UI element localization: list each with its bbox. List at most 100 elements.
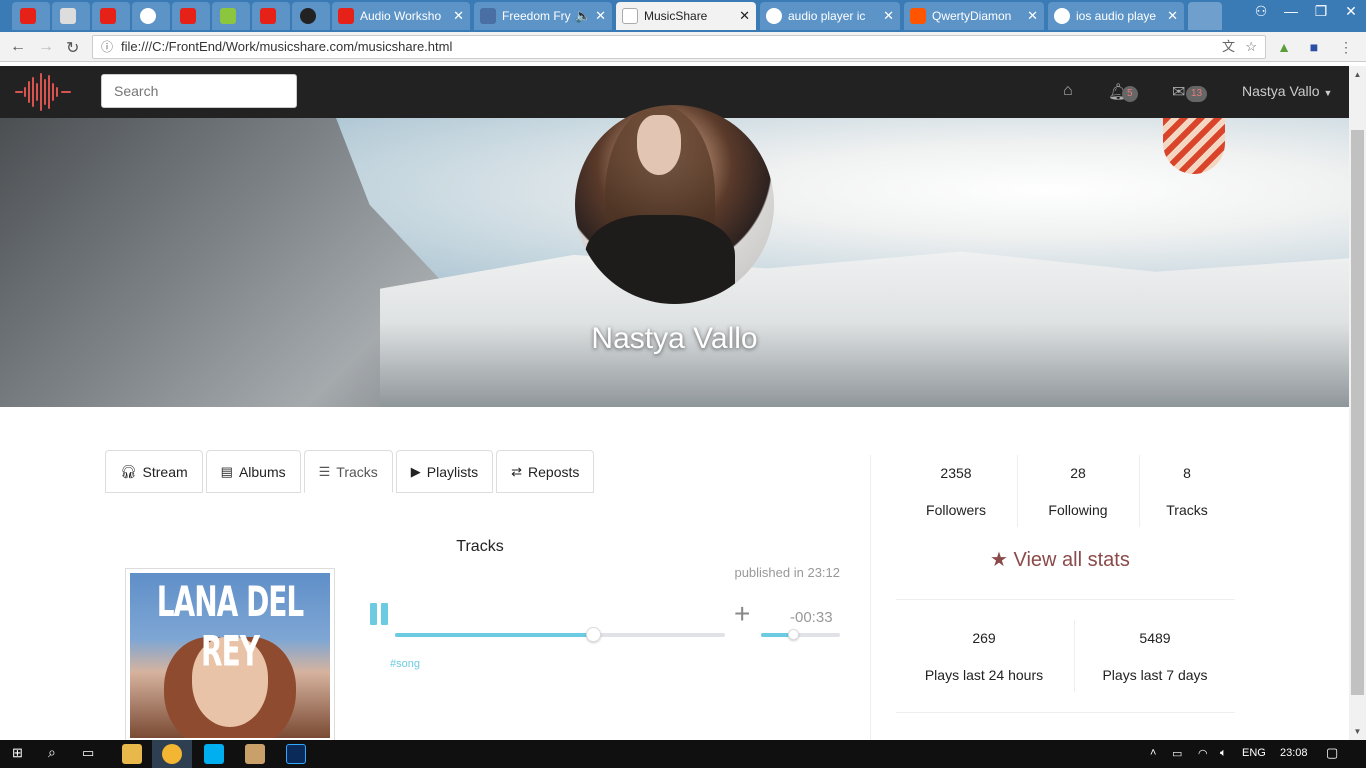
browser-tab[interactable] xyxy=(132,2,170,30)
soundcloud-icon xyxy=(910,8,926,24)
tab-title: Freedom Fry xyxy=(502,9,571,23)
star-icon[interactable]: ☆ xyxy=(1245,36,1257,58)
user-icon[interactable]: ⚇ xyxy=(1246,0,1276,28)
close-window-icon[interactable]: ✕ xyxy=(1336,0,1366,28)
speaker-icon: 🔈 xyxy=(574,8,592,23)
browser-tab[interactable]: QwertyDiamon ✕ xyxy=(904,2,1044,30)
extension-icon[interactable]: ■ xyxy=(1306,39,1322,55)
tab-albums[interactable]: ▤ Albums xyxy=(205,450,301,493)
page-scrollbar[interactable]: ▲ ▼ xyxy=(1349,66,1366,740)
forward-icon[interactable]: → xyxy=(38,38,54,56)
album-art: LANA DEL REY xyxy=(130,573,330,738)
close-icon[interactable]: ✕ xyxy=(1027,8,1038,24)
browser-tab[interactable] xyxy=(92,2,130,30)
clock[interactable]: 23:08 xyxy=(1280,747,1308,759)
list-alt-icon: ▤ xyxy=(220,463,233,479)
section-title: Tracks xyxy=(456,538,504,555)
page-icon xyxy=(622,8,638,24)
scroll-down-icon[interactable]: ▼ xyxy=(1349,727,1366,736)
wifi-icon[interactable]: ◠ xyxy=(1198,747,1208,760)
envelope-icon[interactable]: ✉ xyxy=(1172,82,1185,102)
file-explorer-icon[interactable] xyxy=(122,744,142,764)
stat-value: 5489 xyxy=(1139,630,1171,646)
tab-stream[interactable]: 🎧︎ Stream xyxy=(105,450,203,493)
translate-icon[interactable]: 文 xyxy=(1222,36,1235,58)
pause-button[interactable] xyxy=(370,603,390,625)
search-input[interactable] xyxy=(101,74,297,108)
chrome-icon[interactable] xyxy=(162,744,182,764)
close-icon[interactable]: ✕ xyxy=(1167,8,1178,24)
browser-tab[interactable] xyxy=(292,2,330,30)
close-icon[interactable]: ✕ xyxy=(595,8,606,24)
album-cover[interactable]: LANA DEL REY xyxy=(125,568,335,743)
restore-icon[interactable]: ❐ xyxy=(1306,0,1336,28)
info-icon[interactable]: ⓘ xyxy=(101,36,113,58)
browser-tab[interactable]: Audio Worksho ✕ xyxy=(332,2,470,30)
view-all-stats-link[interactable]: ★ View all stats xyxy=(990,547,1130,572)
stat-value: 28 xyxy=(1070,465,1086,481)
extension-icon[interactable]: ▲ xyxy=(1276,39,1292,55)
avatar-body xyxy=(585,215,735,304)
close-icon[interactable]: ✕ xyxy=(453,8,464,24)
browser-tab[interactable] xyxy=(12,2,50,30)
url-text: file:///C:/FrontEnd/Work/musicshare.com/… xyxy=(121,39,453,54)
search-icon[interactable]: ⌕ xyxy=(48,744,56,761)
photoshop-icon[interactable] xyxy=(286,744,306,764)
soundwave-logo-icon[interactable] xyxy=(14,72,72,112)
youtube-icon xyxy=(338,8,354,24)
skype-icon[interactable] xyxy=(204,744,224,764)
battery-icon[interactable]: ▭ xyxy=(1172,747,1182,760)
tab-reposts[interactable]: ⇄ Reposts xyxy=(496,450,595,493)
address-bar[interactable]: ⓘ file:///C:/FrontEnd/Work/musicshare.co… xyxy=(92,35,1266,59)
tab-title: MusicShare xyxy=(644,9,708,23)
close-icon[interactable]: ✕ xyxy=(739,8,750,24)
task-view-icon[interactable]: ▭ xyxy=(82,745,94,761)
browser-tab[interactable]: audio player ic ✕ xyxy=(760,2,900,30)
back-icon[interactable]: ← xyxy=(10,38,26,56)
input-language[interactable]: ENG xyxy=(1242,747,1266,759)
browser-tab-active[interactable]: MusicShare ✕ xyxy=(616,2,756,30)
stat-label: Following xyxy=(1048,502,1108,518)
browser-tab[interactable]: Freedom Fry 🔈 ✕ xyxy=(474,2,612,30)
volume-handle[interactable] xyxy=(787,629,799,640)
page-icon xyxy=(60,8,76,24)
browser-tab[interactable] xyxy=(52,2,90,30)
new-tab-button[interactable] xyxy=(1188,2,1222,30)
tab-tracks[interactable]: ☰ Tracks xyxy=(303,450,393,493)
stat-label: Followers xyxy=(926,502,986,518)
github-icon xyxy=(140,8,156,24)
progress-handle[interactable] xyxy=(586,627,601,642)
stat-tracks[interactable]: 8 Tracks xyxy=(1147,465,1227,518)
scrollbar-thumb[interactable] xyxy=(1351,130,1364,695)
stat-followers[interactable]: 2358 Followers xyxy=(906,465,1006,518)
youtube-icon xyxy=(260,8,276,24)
track-tag[interactable]: #song xyxy=(390,658,420,670)
google-icon xyxy=(766,8,782,24)
volume-icon[interactable]: 🔈︎ xyxy=(1220,747,1227,760)
browser-tab[interactable]: ios audio playe ✕ xyxy=(1048,2,1184,30)
scroll-up-icon[interactable]: ▲ xyxy=(1349,70,1366,79)
user-menu[interactable]: Nastya Vallo ▼ xyxy=(1242,83,1332,99)
browser-toolbar: ← → ↻ ⓘ file:///C:/FrontEnd/Work/musicsh… xyxy=(0,32,1366,62)
add-to-playlist-button[interactable]: + xyxy=(734,600,750,628)
minimize-icon[interactable]: — xyxy=(1276,0,1306,28)
start-icon[interactable]: ⊞ xyxy=(12,745,23,761)
tray-chevron-icon[interactable]: ˄ xyxy=(1150,747,1156,759)
notifications-icon[interactable]: ▢ xyxy=(1326,745,1338,761)
home-icon[interactable]: ⌂ xyxy=(1063,82,1073,100)
tab-title: ios audio playe xyxy=(1076,9,1157,23)
star-icon: ★ xyxy=(990,549,1008,571)
browser-tab[interactable] xyxy=(252,2,290,30)
stat-following[interactable]: 28 Following xyxy=(1028,465,1128,518)
profile-avatar[interactable] xyxy=(575,105,774,304)
browser-tab[interactable] xyxy=(212,2,250,30)
volume-slider[interactable] xyxy=(761,629,840,640)
reload-icon[interactable]: ↻ xyxy=(66,38,79,58)
menu-icon[interactable]: ⋮ xyxy=(1338,39,1354,55)
app-icon[interactable] xyxy=(245,744,265,764)
published-time: published in 23:12 xyxy=(734,565,840,580)
close-icon[interactable]: ✕ xyxy=(883,8,894,24)
browser-tab[interactable] xyxy=(172,2,210,30)
tab-playlists[interactable]: ▶ Playlists xyxy=(395,450,494,493)
track-progress-bar[interactable] xyxy=(395,627,725,642)
